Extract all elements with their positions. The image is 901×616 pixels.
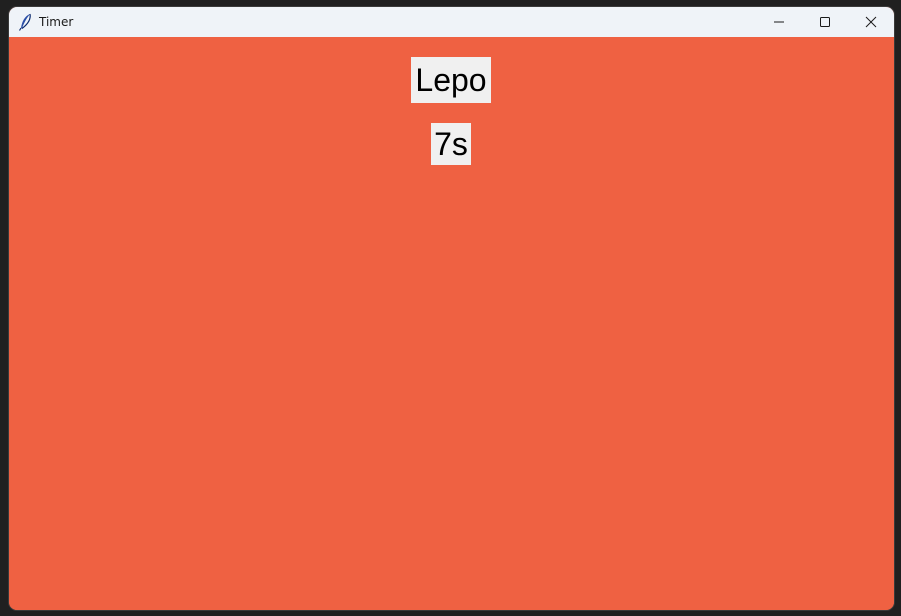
close-icon	[865, 16, 877, 28]
minimize-button[interactable]	[756, 7, 802, 37]
phase-label: Lepo	[411, 57, 491, 103]
title-bar[interactable]: Timer	[9, 7, 894, 37]
app-window: Timer Lepo 7s	[9, 7, 894, 610]
minimize-icon	[774, 21, 784, 23]
close-button[interactable]	[848, 7, 894, 37]
maximize-icon	[820, 17, 830, 27]
time-remaining-label: 7s	[431, 123, 471, 165]
maximize-button[interactable]	[802, 7, 848, 37]
feather-icon	[18, 13, 31, 31]
window-title: Timer	[39, 15, 74, 29]
timer-canvas: Lepo 7s	[9, 37, 894, 610]
